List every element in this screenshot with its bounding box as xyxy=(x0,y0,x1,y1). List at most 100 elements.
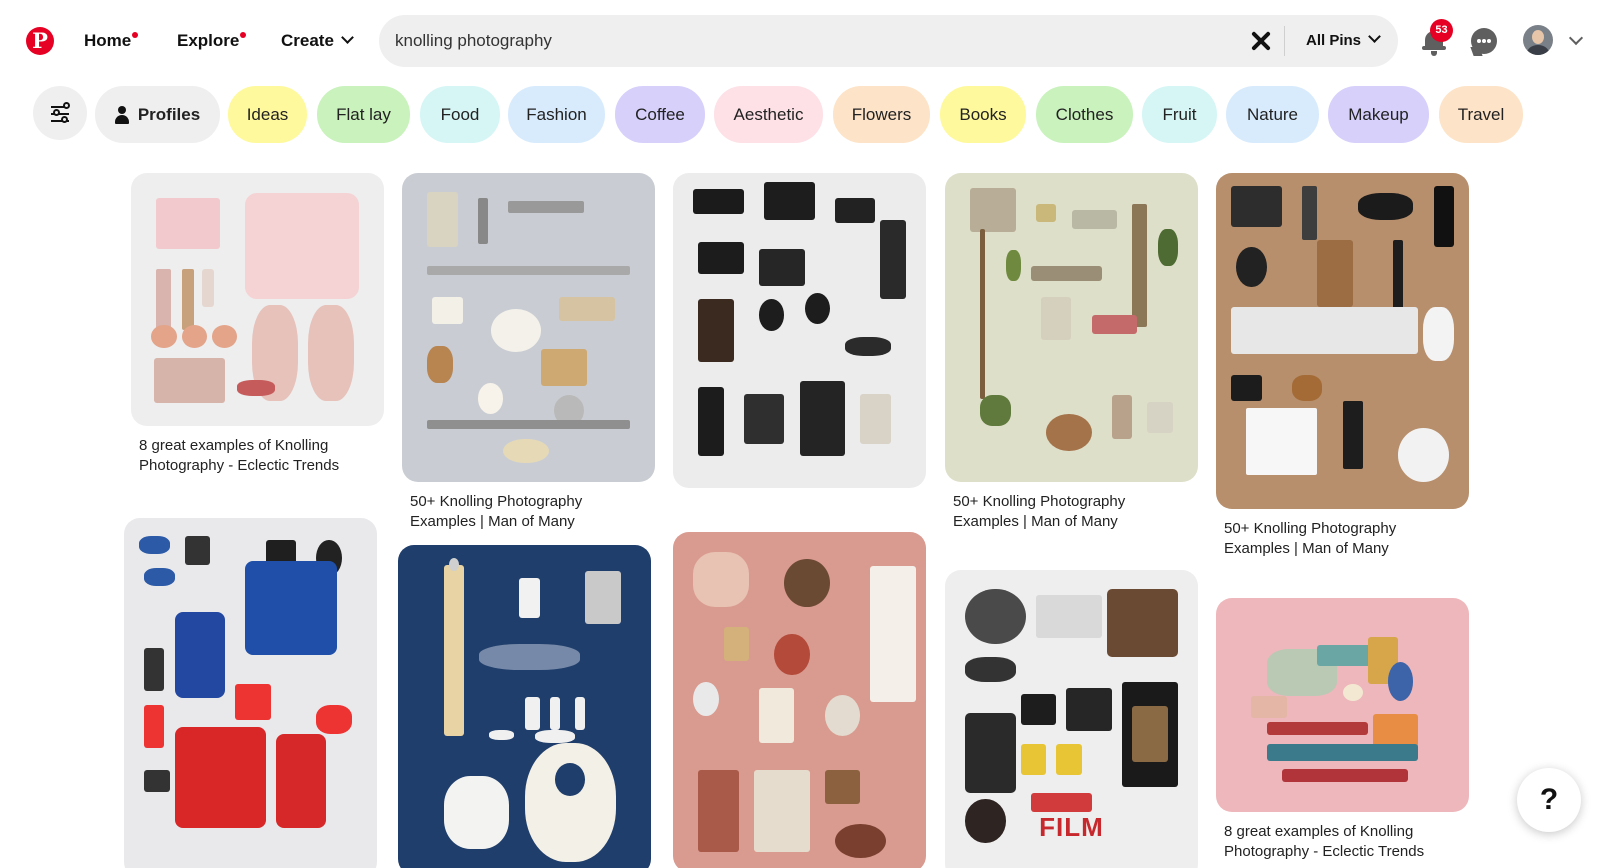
pin-title[interactable]: 8 great examples of Knolling Photography… xyxy=(1216,812,1469,862)
pin-photo-object xyxy=(1147,401,1173,433)
help-button[interactable]: ? xyxy=(1517,768,1581,832)
search-input[interactable] xyxy=(395,15,1215,67)
filter-chip-aesthetic[interactable]: Aesthetic xyxy=(714,86,823,143)
pin-photo-object xyxy=(144,770,170,792)
pin-image[interactable]: FILM xyxy=(945,570,1198,868)
pin-card[interactable] xyxy=(673,173,926,488)
pin-photo-object xyxy=(834,824,886,859)
pin-photo-object xyxy=(980,228,986,399)
pin-photo-object xyxy=(1020,743,1047,775)
pinterest-logo-icon[interactable]: P xyxy=(26,27,54,55)
search-bar: All Pins xyxy=(379,15,1398,67)
filter-chip-profiles[interactable]: Profiles xyxy=(95,86,220,143)
filter-chip-label: Flat lay xyxy=(336,104,391,124)
pin-card[interactable]: 50+ Knolling Photography Examples | Man … xyxy=(402,173,655,532)
pin-photo-object xyxy=(834,198,876,224)
pin-card[interactable]: 50+ Knolling Photography Examples | Man … xyxy=(1216,173,1469,559)
filter-chip-coffee[interactable]: Coffee xyxy=(615,86,705,143)
clear-search-icon[interactable] xyxy=(1251,31,1271,51)
filter-chip-label: Clothes xyxy=(1055,104,1114,124)
pin-photo-object xyxy=(1031,793,1092,812)
pin-image[interactable] xyxy=(131,173,384,426)
filter-chip-books[interactable]: Books xyxy=(940,86,1026,143)
pin-photo-object xyxy=(1111,395,1133,439)
filter-chip-nature[interactable]: Nature xyxy=(1226,86,1319,143)
pin-photo-object xyxy=(784,559,830,607)
pin-photo-object xyxy=(144,647,165,691)
unread-dot xyxy=(240,32,247,38)
account-options-chevron-icon[interactable] xyxy=(1568,30,1584,46)
pin-card[interactable]: FILM xyxy=(945,570,1198,868)
pin-image[interactable] xyxy=(124,518,377,868)
pin-photo-object xyxy=(759,688,795,743)
pin-photo-object xyxy=(534,729,576,743)
filter-chip-makeup[interactable]: Makeup xyxy=(1328,86,1429,143)
pin-photo-object xyxy=(1031,265,1102,282)
pin-card[interactable]: 8 great examples of Knolling Photography… xyxy=(1216,598,1469,862)
pin-image[interactable] xyxy=(1216,598,1469,812)
messages-chat-icon[interactable] xyxy=(1471,28,1497,54)
filter-chip-flat-lay[interactable]: Flat lay xyxy=(317,86,410,143)
pin-image[interactable] xyxy=(673,532,926,868)
pin-photo-object xyxy=(1132,706,1168,763)
pin-image[interactable] xyxy=(398,545,651,868)
search-scope-dropdown[interactable]: All Pins xyxy=(1306,30,1381,49)
pin-photo-object xyxy=(144,568,175,587)
filter-chip-food[interactable]: Food xyxy=(420,86,500,143)
pin-photo-object xyxy=(478,644,581,671)
filter-chip-label: Coffee xyxy=(635,104,685,124)
pin-photo-object xyxy=(1357,193,1414,221)
pin-photo-object xyxy=(1342,683,1363,701)
pin-photo-object xyxy=(524,743,616,862)
pin-card[interactable]: 50+ Knolling Photography Examples | Man … xyxy=(945,173,1198,532)
person-icon xyxy=(114,105,129,124)
pin-photo-object xyxy=(181,269,195,330)
pin-photo-object xyxy=(1041,296,1072,340)
filter-chip-fashion[interactable]: Fashion xyxy=(508,86,605,143)
filter-chip-label: Aesthetic xyxy=(733,104,804,124)
filter-chip-label: Nature xyxy=(1246,104,1299,124)
pin-photo-object xyxy=(1266,743,1419,761)
pin-photo-object xyxy=(151,324,177,348)
filter-chip-clothes[interactable]: Clothes xyxy=(1036,86,1133,143)
pin-photo-object xyxy=(870,566,916,702)
pin-image[interactable] xyxy=(402,173,655,482)
notification-count-badge: 53 xyxy=(1430,19,1453,42)
pin-photo-object xyxy=(693,681,719,716)
pin-card[interactable] xyxy=(673,532,926,868)
filter-chip-flowers[interactable]: Flowers xyxy=(833,86,930,143)
pin-title[interactable]: 8 great examples of Knolling Photography… xyxy=(131,426,384,476)
nav-explore-link[interactable]: Explore xyxy=(177,31,247,51)
pin-photo-object xyxy=(698,299,734,362)
filter-chip-fruit[interactable]: Fruit xyxy=(1142,86,1217,143)
pin-title[interactable]: 50+ Knolling Photography Examples | Man … xyxy=(402,482,655,532)
pin-photo-object xyxy=(1157,228,1178,266)
pin-photo-object xyxy=(693,188,744,214)
pin-photo-object xyxy=(585,571,621,625)
pin-image-caption: FILM xyxy=(1039,811,1104,842)
pin-photo-object xyxy=(554,762,586,796)
pin-photo-object xyxy=(965,712,1016,794)
pin-photo-object xyxy=(153,357,225,404)
pin-photo-object xyxy=(1046,414,1092,452)
user-avatar[interactable] xyxy=(1523,25,1553,55)
pin-card[interactable] xyxy=(124,518,377,868)
pin-card[interactable] xyxy=(398,545,651,868)
pin-photo-object xyxy=(753,770,810,852)
pin-title[interactable]: 50+ Knolling Photography Examples | Man … xyxy=(1216,509,1469,559)
nav-home-link[interactable]: Home xyxy=(84,31,139,51)
pin-card[interactable]: 8 great examples of Knolling Photography… xyxy=(131,173,384,476)
pin-image[interactable] xyxy=(673,173,926,488)
pin-photo-object xyxy=(824,695,861,736)
pin-photo-object xyxy=(477,197,488,245)
filter-chip-travel[interactable]: Travel xyxy=(1439,86,1523,143)
pin-image[interactable] xyxy=(945,173,1198,482)
filter-settings-button[interactable] xyxy=(33,86,87,140)
pin-photo-object xyxy=(489,729,515,740)
pin-photo-object xyxy=(156,198,220,249)
pin-image[interactable] xyxy=(1216,173,1469,509)
filter-chip-ideas[interactable]: Ideas xyxy=(228,86,307,143)
pin-photo-object xyxy=(144,705,165,749)
nav-create-menu[interactable]: Create xyxy=(281,31,354,51)
pin-title[interactable]: 50+ Knolling Photography Examples | Man … xyxy=(945,482,1198,532)
